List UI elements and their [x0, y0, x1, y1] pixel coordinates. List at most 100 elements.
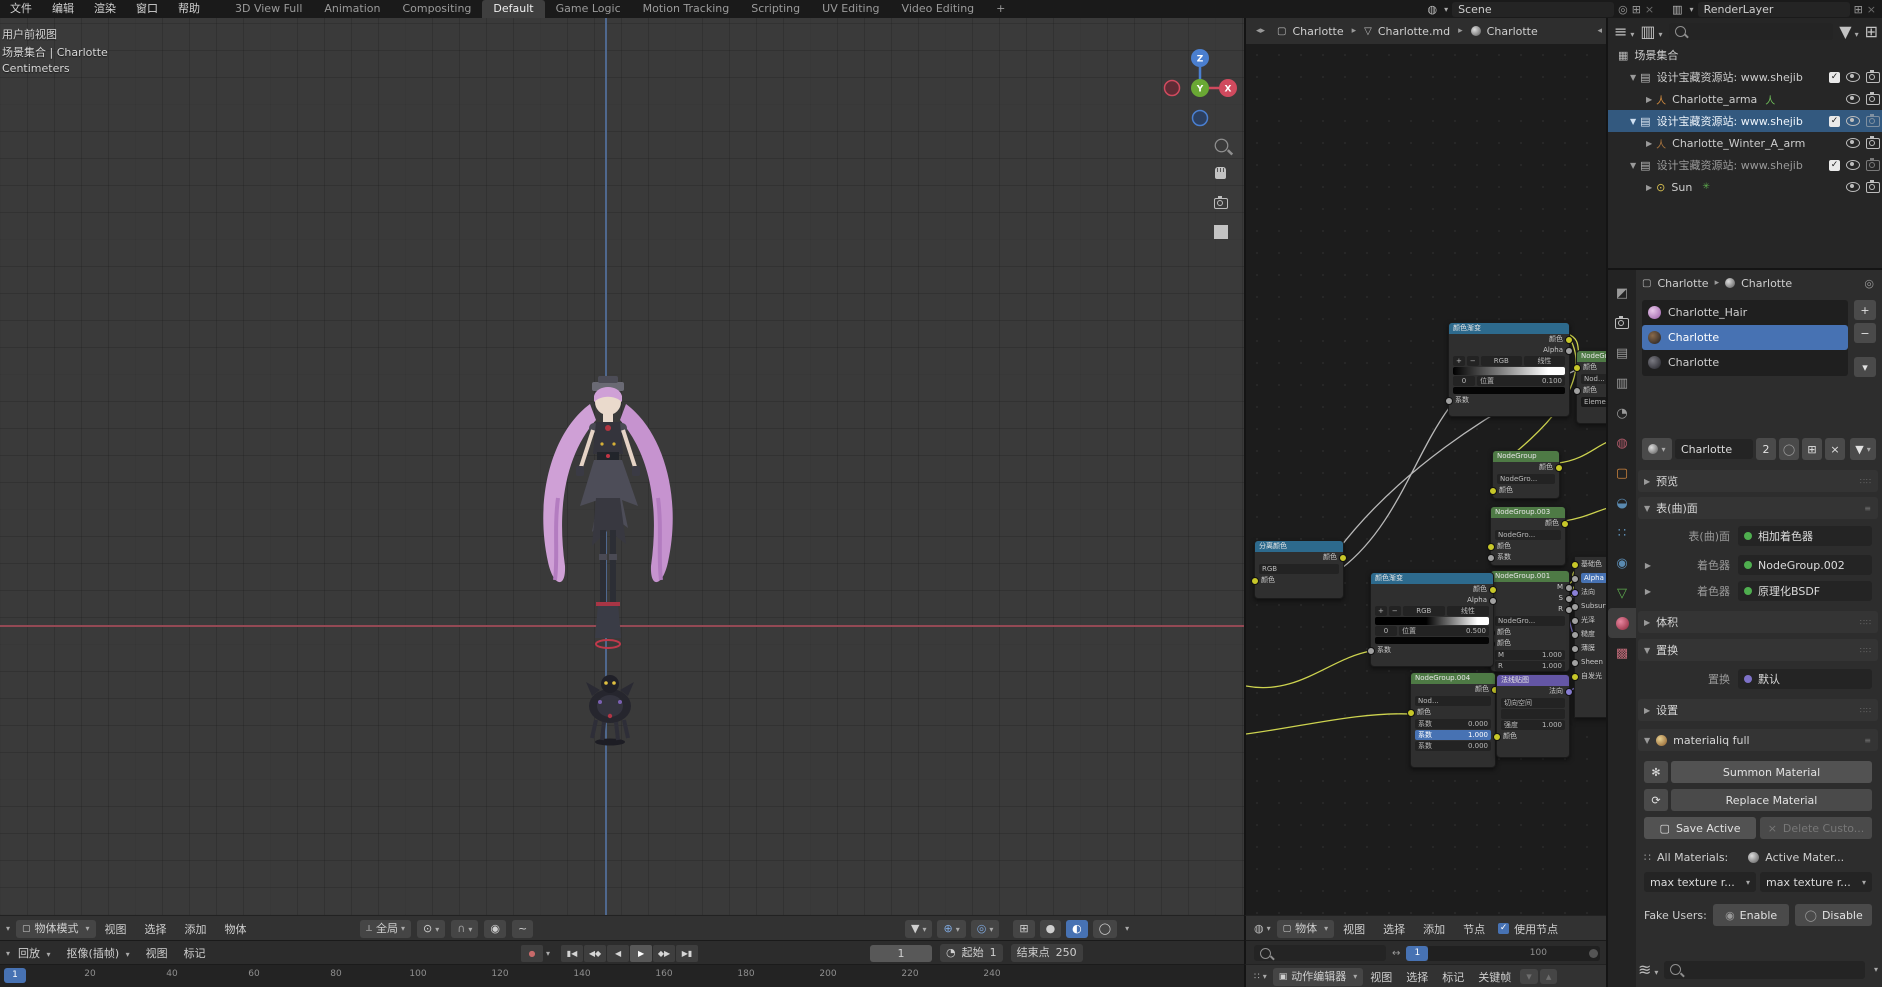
shader-type-dropdown[interactable]: ▢物体▾ [1277, 920, 1335, 938]
breadcrumb-material[interactable]: Charlotte [1487, 25, 1538, 38]
use-nodes-checkbox[interactable]: ✓ [1498, 923, 1509, 934]
ds-menu-view[interactable]: 视图 [1363, 969, 1399, 985]
play-button[interactable]: ▶ [630, 945, 652, 962]
max-texture-dropdown-1[interactable]: max texture r...▾ [1644, 872, 1756, 892]
workspace-tab-3d-view-full[interactable]: 3D View Full [224, 0, 313, 18]
camera-disabled-icon[interactable] [1866, 160, 1880, 171]
interpolation-dropdown[interactable]: 线性 [1524, 356, 1565, 366]
stop-index-field[interactable]: 0 [1375, 626, 1397, 636]
fac-field[interactable]: 系数0.000 [1415, 741, 1491, 751]
shader-node-canvas[interactable]: 颜色渐变 颜色 Alpha + − RGB 线性 0 位置0.100 系数 No… [1244, 44, 1608, 915]
panel-settings[interactable]: ▶设置∷∷ [1638, 699, 1878, 721]
outliner-row-collection-1[interactable]: ▼ ▤ 设计宝藏资源站: www.shejib ✓ [1608, 66, 1882, 88]
overlays-toggle-icon[interactable]: ◎▾ [971, 920, 1000, 938]
workspace-tab-scripting[interactable]: Scripting [740, 0, 811, 18]
unlink-material-icon[interactable]: × [1825, 438, 1845, 460]
new-layer-icon[interactable]: ⊞ [1854, 3, 1863, 16]
group-selector[interactable]: Nod... [1415, 696, 1491, 706]
node-menu-select[interactable]: 选择 [1374, 921, 1414, 937]
frame-end-field[interactable]: 结束点250 [1011, 944, 1083, 962]
camera-icon[interactable] [1866, 182, 1880, 193]
max-texture-dropdown-2[interactable]: max texture r...▾ [1760, 872, 1872, 892]
node-group-003[interactable]: NodeGroup.003 颜色 NodeGro... 颜色 系数 [1490, 506, 1566, 566]
expand-arrows-icon[interactable]: ◂▸ [1256, 26, 1265, 36]
editor-type-chevron[interactable]: ▾ [6, 924, 10, 933]
gradient-bar[interactable] [1375, 617, 1489, 625]
play-reverse-button[interactable]: ◀ [607, 945, 629, 962]
prev-keyframe-button[interactable]: ◀◆ [584, 945, 606, 962]
save-active-button[interactable]: ▢Save Active [1644, 817, 1756, 839]
breadcrumb-object[interactable]: Charlotte [1293, 25, 1344, 38]
node-group-cut[interactable]: NodeGro... 颜色 Nod... 颜色 Elemen... [1576, 350, 1608, 424]
shading-material-button[interactable]: ◐ [1066, 920, 1088, 938]
eye-icon[interactable] [1846, 94, 1860, 104]
keyframe-icon[interactable]: ∷ [1254, 972, 1260, 982]
disclosure-icon[interactable]: ▶ [1646, 183, 1652, 192]
shading-chevron[interactable]: ▾ [1125, 924, 1129, 933]
display-mode-icon[interactable]: ≡▾ [1614, 22, 1634, 41]
playhead[interactable]: 1 [4, 968, 26, 983]
props-breadcrumb-material[interactable]: Charlotte [1741, 277, 1792, 290]
fac-field-active[interactable]: 系数1.000 [1415, 730, 1491, 740]
stop-position-field[interactable]: 位置0.100 [1477, 376, 1565, 386]
tab-physics-icon[interactable]: ◉ [1608, 548, 1636, 578]
stop-color-swatch[interactable] [1453, 387, 1565, 394]
tab-particles-icon[interactable]: ∷ [1608, 518, 1636, 548]
timeline-menu-playback[interactable]: 回放 ▾ [10, 945, 59, 961]
gizmos-toggle-icon[interactable]: ⊕▾ [937, 920, 965, 938]
outliner-row-sun[interactable]: ▶ ⊙ Sun ✳ [1608, 176, 1882, 198]
add-stop-button[interactable]: + [1453, 356, 1465, 366]
interpolation-dropdown[interactable]: 线性 [1447, 606, 1489, 616]
material-slot-charlotte-active[interactable]: Charlotte [1642, 325, 1848, 350]
color-mode-dropdown[interactable]: RGB [1403, 606, 1445, 616]
pin-icon[interactable]: ◎ [1618, 3, 1628, 16]
camera-icon[interactable] [1866, 138, 1880, 149]
slot-specials-button[interactable]: ▾ [1854, 357, 1876, 377]
timeline-menu-marker[interactable]: 标记 [176, 945, 214, 961]
visibility-filter-icon[interactable]: ▼▾ [905, 920, 932, 938]
replace-material-button[interactable]: Replace Material [1671, 789, 1872, 811]
camera-view-icon[interactable] [1214, 194, 1228, 213]
expand-range-icon[interactable]: ↔ [1392, 948, 1400, 959]
remove-stop-button[interactable]: − [1467, 356, 1479, 366]
ds-menu-select[interactable]: 选择 [1399, 969, 1435, 985]
eye-icon[interactable] [1846, 138, 1860, 148]
tab-world-icon[interactable]: ◍ [1608, 428, 1636, 458]
tab-output-icon[interactable]: ▤ [1608, 338, 1636, 368]
outliner-row-scene-collection[interactable]: ▦ 场景集合 [1608, 44, 1882, 66]
remove-stop-button[interactable]: − [1389, 606, 1401, 616]
workspace-tab-compositing[interactable]: Compositing [391, 0, 482, 18]
zoom-icon[interactable] [1216, 136, 1227, 155]
tab-material-icon[interactable] [1608, 608, 1636, 638]
dopesheet-playhead[interactable]: 1 [1406, 946, 1428, 961]
mode-dropdown[interactable]: ▢ 物体模式▾ [16, 920, 96, 938]
current-frame-field[interactable]: 1 [870, 945, 932, 962]
viewport-menu-object[interactable]: 物体 [216, 921, 256, 937]
disclosure-icon[interactable]: ▶ [1646, 139, 1652, 148]
eye-icon[interactable] [1846, 72, 1860, 82]
props-breadcrumb-object[interactable]: Charlotte [1657, 277, 1708, 290]
node-menu-add[interactable]: 添加 [1414, 921, 1454, 937]
stop-index-field[interactable]: 0 [1453, 376, 1475, 386]
copy-material-icon[interactable]: ⊞ [1802, 438, 1822, 460]
collapse-down-button[interactable]: ▾ [1520, 969, 1538, 984]
refresh-icon[interactable]: ⟳ [1644, 789, 1668, 811]
disclosure-icon[interactable]: ▶ [1646, 95, 1652, 104]
new-scene-icon[interactable]: ⊞ [1632, 3, 1641, 16]
creature-model[interactable] [578, 666, 642, 750]
timeline-menu-keying[interactable]: 抠像(插帧) ▾ [59, 945, 138, 961]
filter-funnel-icon[interactable]: ▼▾ [1850, 438, 1876, 460]
viewport-menu-select[interactable]: 选择 [136, 921, 176, 937]
value-field-m[interactable]: M1.000 [1495, 650, 1565, 660]
menu-render[interactable]: 渲染 [84, 0, 126, 18]
tab-texture-icon[interactable]: ▩ [1608, 638, 1636, 668]
disclosure-icon[interactable]: ▼ [1630, 73, 1636, 82]
camera-icon[interactable] [1866, 72, 1880, 83]
viewport-menu-view[interactable]: 视图 [96, 921, 136, 937]
viewport-menu-add[interactable]: 添加 [176, 921, 216, 937]
workspace-tab-default[interactable]: Default [482, 0, 544, 18]
enable-fake-users-button[interactable]: ◉Enable [1713, 904, 1790, 926]
fac-field[interactable]: 系数0.000 [1415, 719, 1491, 729]
summon-material-button[interactable]: Summon Material [1671, 761, 1872, 783]
menu-window[interactable]: 窗口 [126, 0, 168, 18]
